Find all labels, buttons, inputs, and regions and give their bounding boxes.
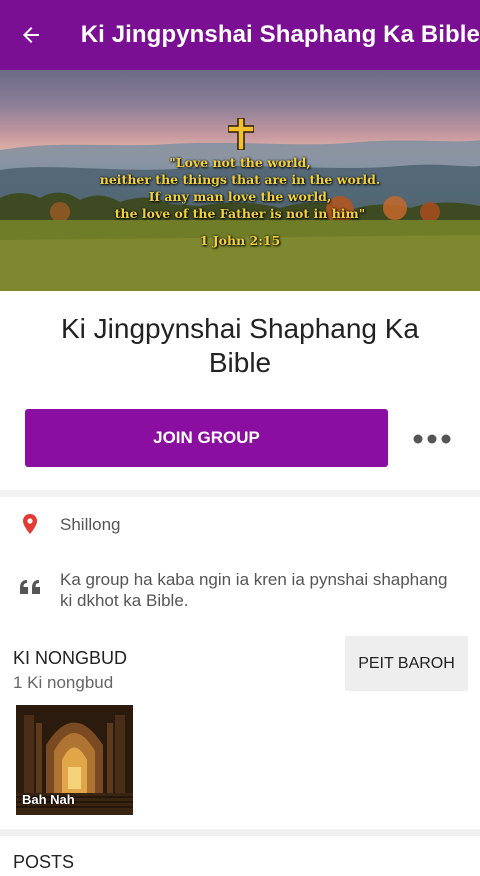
arrow-left-icon xyxy=(23,27,40,43)
group-name-line: Ki Jingpynshai Shaphang Ka xyxy=(60,313,420,344)
verse-line: If any man love the world, xyxy=(148,189,332,204)
page-title: Ki Jingpynshai Shaphang Ka Bible xyxy=(80,21,480,48)
cross-icon xyxy=(228,118,254,150)
description-line: ki dkhot ka Bible. xyxy=(60,591,189,610)
verse-line: neither the things that are in the world… xyxy=(99,172,381,187)
cover-image: "Love not the world, neither the things … xyxy=(0,70,480,291)
map-pin-icon xyxy=(23,514,37,534)
description-text: Ka group ha kaba ngin ia kren ia pynshai… xyxy=(60,569,460,611)
app-bar: Ki Jingpynshai Shaphang Ka Bible xyxy=(0,0,480,70)
posts-title: POSTS xyxy=(13,852,75,872)
more-horizontal-icon xyxy=(413,434,451,444)
verse-reference: 1 John 2:15 xyxy=(199,233,281,248)
section-divider xyxy=(0,829,480,836)
location-row: Shillong xyxy=(0,514,480,535)
verse-text: "Love not the world, neither the things … xyxy=(0,154,480,222)
member-name: Bah Nah xyxy=(22,792,75,807)
group-name: Ki Jingpynshai Shaphang Ka Bible xyxy=(20,312,460,380)
group-name-line: Bible xyxy=(208,347,272,378)
verse-line: the love of the Father is not in him" xyxy=(114,206,366,221)
join-group-button[interactable]: JOIN GROUP xyxy=(25,409,388,467)
member-card[interactable]: Bah Nah xyxy=(16,705,133,815)
see-all-members-button[interactable]: PEIT BAROH xyxy=(345,636,468,691)
section-divider xyxy=(0,490,480,497)
back-button[interactable] xyxy=(0,0,63,70)
more-options-button[interactable] xyxy=(408,424,456,454)
verse-line: "Love not the world, xyxy=(169,155,311,170)
quote-icon xyxy=(20,580,40,594)
members-count: 1 Ki nongbud xyxy=(13,673,114,692)
members-title: KI NONGBUD xyxy=(13,648,128,668)
description-line: Ka group ha kaba ngin ia kren ia pynshai… xyxy=(60,570,448,589)
location-text: Shillong xyxy=(60,515,121,534)
description-row: Ka group ha kaba ngin ia kren ia pynshai… xyxy=(0,569,480,611)
